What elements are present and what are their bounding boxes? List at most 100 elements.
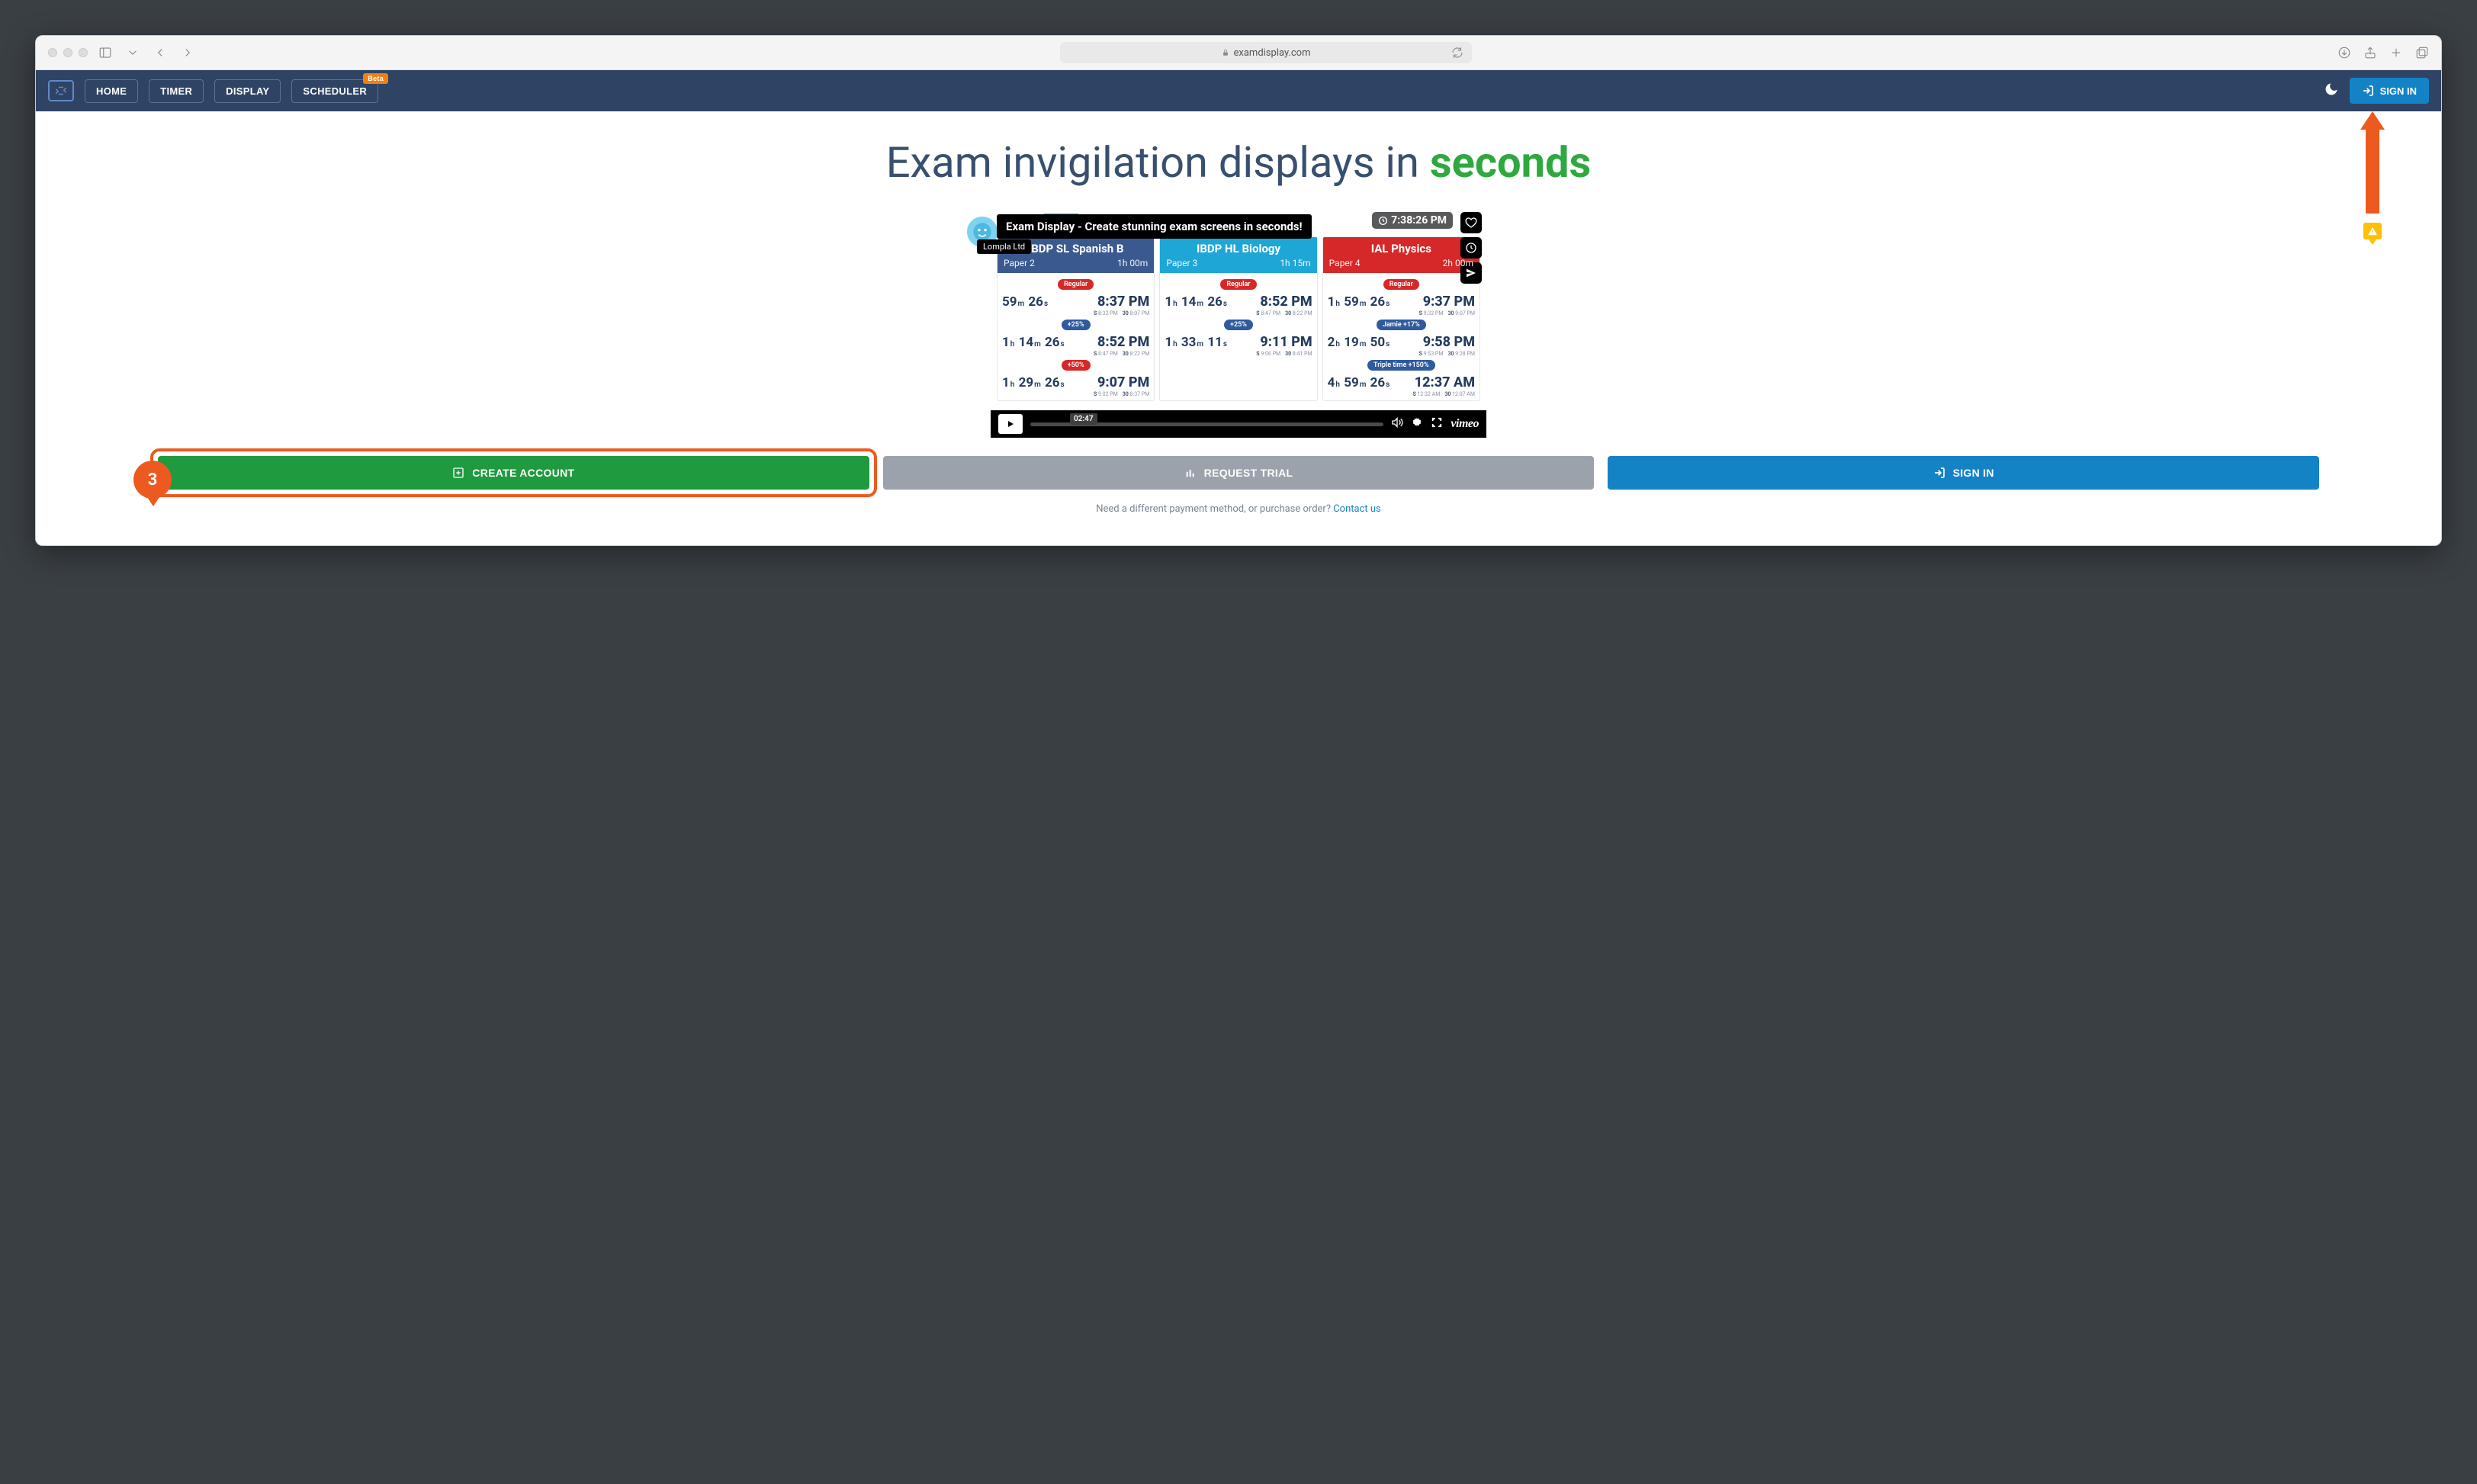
url-text: examdisplay.com <box>1234 47 1311 59</box>
fullscreen-icon[interactable] <box>1431 416 1443 432</box>
card-duration: 2h 00m <box>1443 258 1473 268</box>
time-row: 1h 33m 11s 9:11 PM <box>1165 332 1312 352</box>
nav-scheduler[interactable]: SCHEDULER Beta <box>291 79 378 103</box>
signin-cta-label: SIGN IN <box>1953 467 1994 479</box>
exam-grid: IBDP SL Spanish B Paper 21h 00mRegular59… <box>991 236 1486 410</box>
video-scrubber[interactable]: 02:47 <box>1030 422 1383 426</box>
time-remaining: 59m 26s <box>1002 294 1049 310</box>
allowance-pill: Regular <box>1220 279 1256 290</box>
card-paper: Paper 3 <box>1166 258 1197 268</box>
browser-right-controls <box>2337 46 2429 59</box>
browser-toolbar: examdisplay.com <box>36 36 2441 70</box>
warning-icon <box>2367 226 2378 236</box>
annotation-warning <box>2363 223 2382 245</box>
time-micro-row: S 9:32 PM30 9:07 PM <box>1328 310 1475 316</box>
card-paper: Paper 2 <box>1004 258 1035 268</box>
time-row: 4h 59m 26s 12:37 AM <box>1328 373 1475 392</box>
time-micro-row: S 12:32 AM30 12:07 AM <box>1328 391 1475 397</box>
allowance-pill: Regular <box>1383 279 1419 290</box>
beta-badge: Beta <box>363 73 388 84</box>
allowance-pill: +25% <box>1224 320 1253 330</box>
card-paper: Paper 4 <box>1329 258 1361 268</box>
volume-icon[interactable] <box>1391 416 1403 432</box>
nav-timer[interactable]: TIMER <box>149 79 204 103</box>
contact-link[interactable]: Contact us <box>1333 503 1381 515</box>
tabs-icon[interactable] <box>2415 46 2429 59</box>
time-remaining: 1h 59m 26s <box>1328 294 1391 310</box>
nav-display[interactable]: DISPLAY <box>214 79 281 103</box>
close-window-icon[interactable] <box>48 48 57 57</box>
app-navbar: HOME TIMER DISPLAY SCHEDULER Beta SIGN I… <box>36 70 2441 111</box>
theme-toggle-icon[interactable] <box>2324 82 2339 100</box>
new-tab-icon[interactable] <box>2389 46 2403 59</box>
create-account-button[interactable]: CREATE ACCOUNT <box>158 456 869 490</box>
exam-card: IBDP HL Biology Paper 31h 15mRegular1h 1… <box>1159 236 1317 401</box>
nav-home[interactable]: HOME <box>85 79 138 103</box>
settings-icon[interactable] <box>1411 416 1423 432</box>
time-micro-row: S 9:02 PM30 8:37 PM <box>1002 391 1149 397</box>
hero-title: Exam invigilation displays in seconds <box>36 137 2441 188</box>
time-end: 9:37 PM <box>1423 294 1475 310</box>
footer-text: Need a different payment method, or purc… <box>1096 503 1333 515</box>
time-end: 9:07 PM <box>1097 374 1149 390</box>
time-remaining: 4h 59m 26s <box>1328 375 1391 390</box>
time-micro-row: S 9:53 PM30 9:28 PM <box>1328 351 1475 357</box>
video-author[interactable]: Lompla Ltd <box>977 239 1031 254</box>
exam-card: IBDP SL Spanish B Paper 21h 00mRegular59… <box>997 236 1155 401</box>
time-micro-row: S 8:47 PM30 8:22 PM <box>1165 310 1312 316</box>
time-remaining: 2h 19m 50s <box>1328 335 1391 350</box>
play-button[interactable] <box>998 414 1023 434</box>
chevron-down-icon[interactable] <box>126 46 140 59</box>
chart-icon <box>1184 467 1197 479</box>
time-end: 8:52 PM <box>1260 294 1312 310</box>
maximize-window-icon[interactable] <box>79 48 88 57</box>
share-icon[interactable] <box>2363 46 2377 59</box>
vimeo-logo[interactable]: vimeo <box>1451 417 1479 431</box>
allowance-pill: +25% <box>1062 320 1091 330</box>
video-title[interactable]: Exam Display - Create stunning exam scre… <box>997 214 1312 239</box>
browser-nav-controls <box>98 46 194 59</box>
time-micro-row: S 9:06 PM30 8:41 PM <box>1165 351 1312 357</box>
downloads-icon[interactable] <box>2337 46 2351 59</box>
time-end: 9:11 PM <box>1260 334 1312 350</box>
request-trial-button[interactable]: REQUEST TRIAL <box>883 456 1595 490</box>
video-header: Exam Display - Create stunning exam scre… <box>965 214 1486 249</box>
time-micro-row: S 8:32 PM30 8:07 PM <box>1002 310 1149 316</box>
time-end: 9:58 PM <box>1423 334 1475 350</box>
forward-icon[interactable] <box>181 46 194 59</box>
signin-cta-button[interactable]: SIGN IN <box>1608 456 2319 490</box>
footer-note: Need a different payment method, or purc… <box>36 503 2441 515</box>
create-account-label: CREATE ACCOUNT <box>472 467 574 479</box>
sidebar-toggle-icon[interactable] <box>98 46 112 59</box>
app-logo-icon[interactable] <box>48 80 74 101</box>
minimize-window-icon[interactable] <box>63 48 72 57</box>
exam-card: IAL Physics Paper 42h 00mRegular1h 59m 2… <box>1322 236 1480 401</box>
time-end: 8:52 PM <box>1097 334 1149 350</box>
hero-prefix: Exam invigilation displays in <box>886 137 1430 188</box>
address-bar[interactable]: examdisplay.com <box>1060 42 1472 63</box>
cta-row: CREATE ACCOUNT REQUEST TRIAL SIGN IN <box>51 456 2426 490</box>
time-row: 1h 59m 26s 9:37 PM <box>1328 292 1475 311</box>
annotation-arrow <box>2360 111 2385 214</box>
time-row: 1h 14m 26s 8:52 PM <box>1002 332 1149 352</box>
page-body: Exam invigilation displays in seconds Ex… <box>36 111 2441 545</box>
signin-button[interactable]: SIGN IN <box>2350 78 2429 104</box>
time-end: 12:37 AM <box>1415 374 1475 390</box>
nav-scheduler-label: SCHEDULER <box>303 85 367 97</box>
reload-icon[interactable] <box>1451 46 1464 59</box>
time-remaining: 1h 29m 26s <box>1002 375 1065 390</box>
time-row: 59m 26s 8:37 PM <box>1002 292 1149 311</box>
hero-accent: seconds <box>1430 137 1591 188</box>
lock-icon <box>1222 49 1229 56</box>
time-remaining: 1h 33m 11s <box>1165 335 1228 350</box>
allowance-pill: Jamie +17% <box>1377 320 1426 330</box>
allowance-pill: Regular <box>1058 279 1094 290</box>
back-icon[interactable] <box>153 46 167 59</box>
card-duration: 1h 00m <box>1117 258 1148 268</box>
annotation-step-badge: 3 <box>133 461 172 499</box>
video-controls: 02:47 vimeo <box>991 410 1486 438</box>
signin-cta-icon <box>1933 467 1945 479</box>
signin-label: SIGN IN <box>2380 85 2417 97</box>
time-micro-row: S 8:47 PM30 8:22 PM <box>1002 351 1149 357</box>
time-row: 1h 14m 26s 8:52 PM <box>1165 292 1312 311</box>
